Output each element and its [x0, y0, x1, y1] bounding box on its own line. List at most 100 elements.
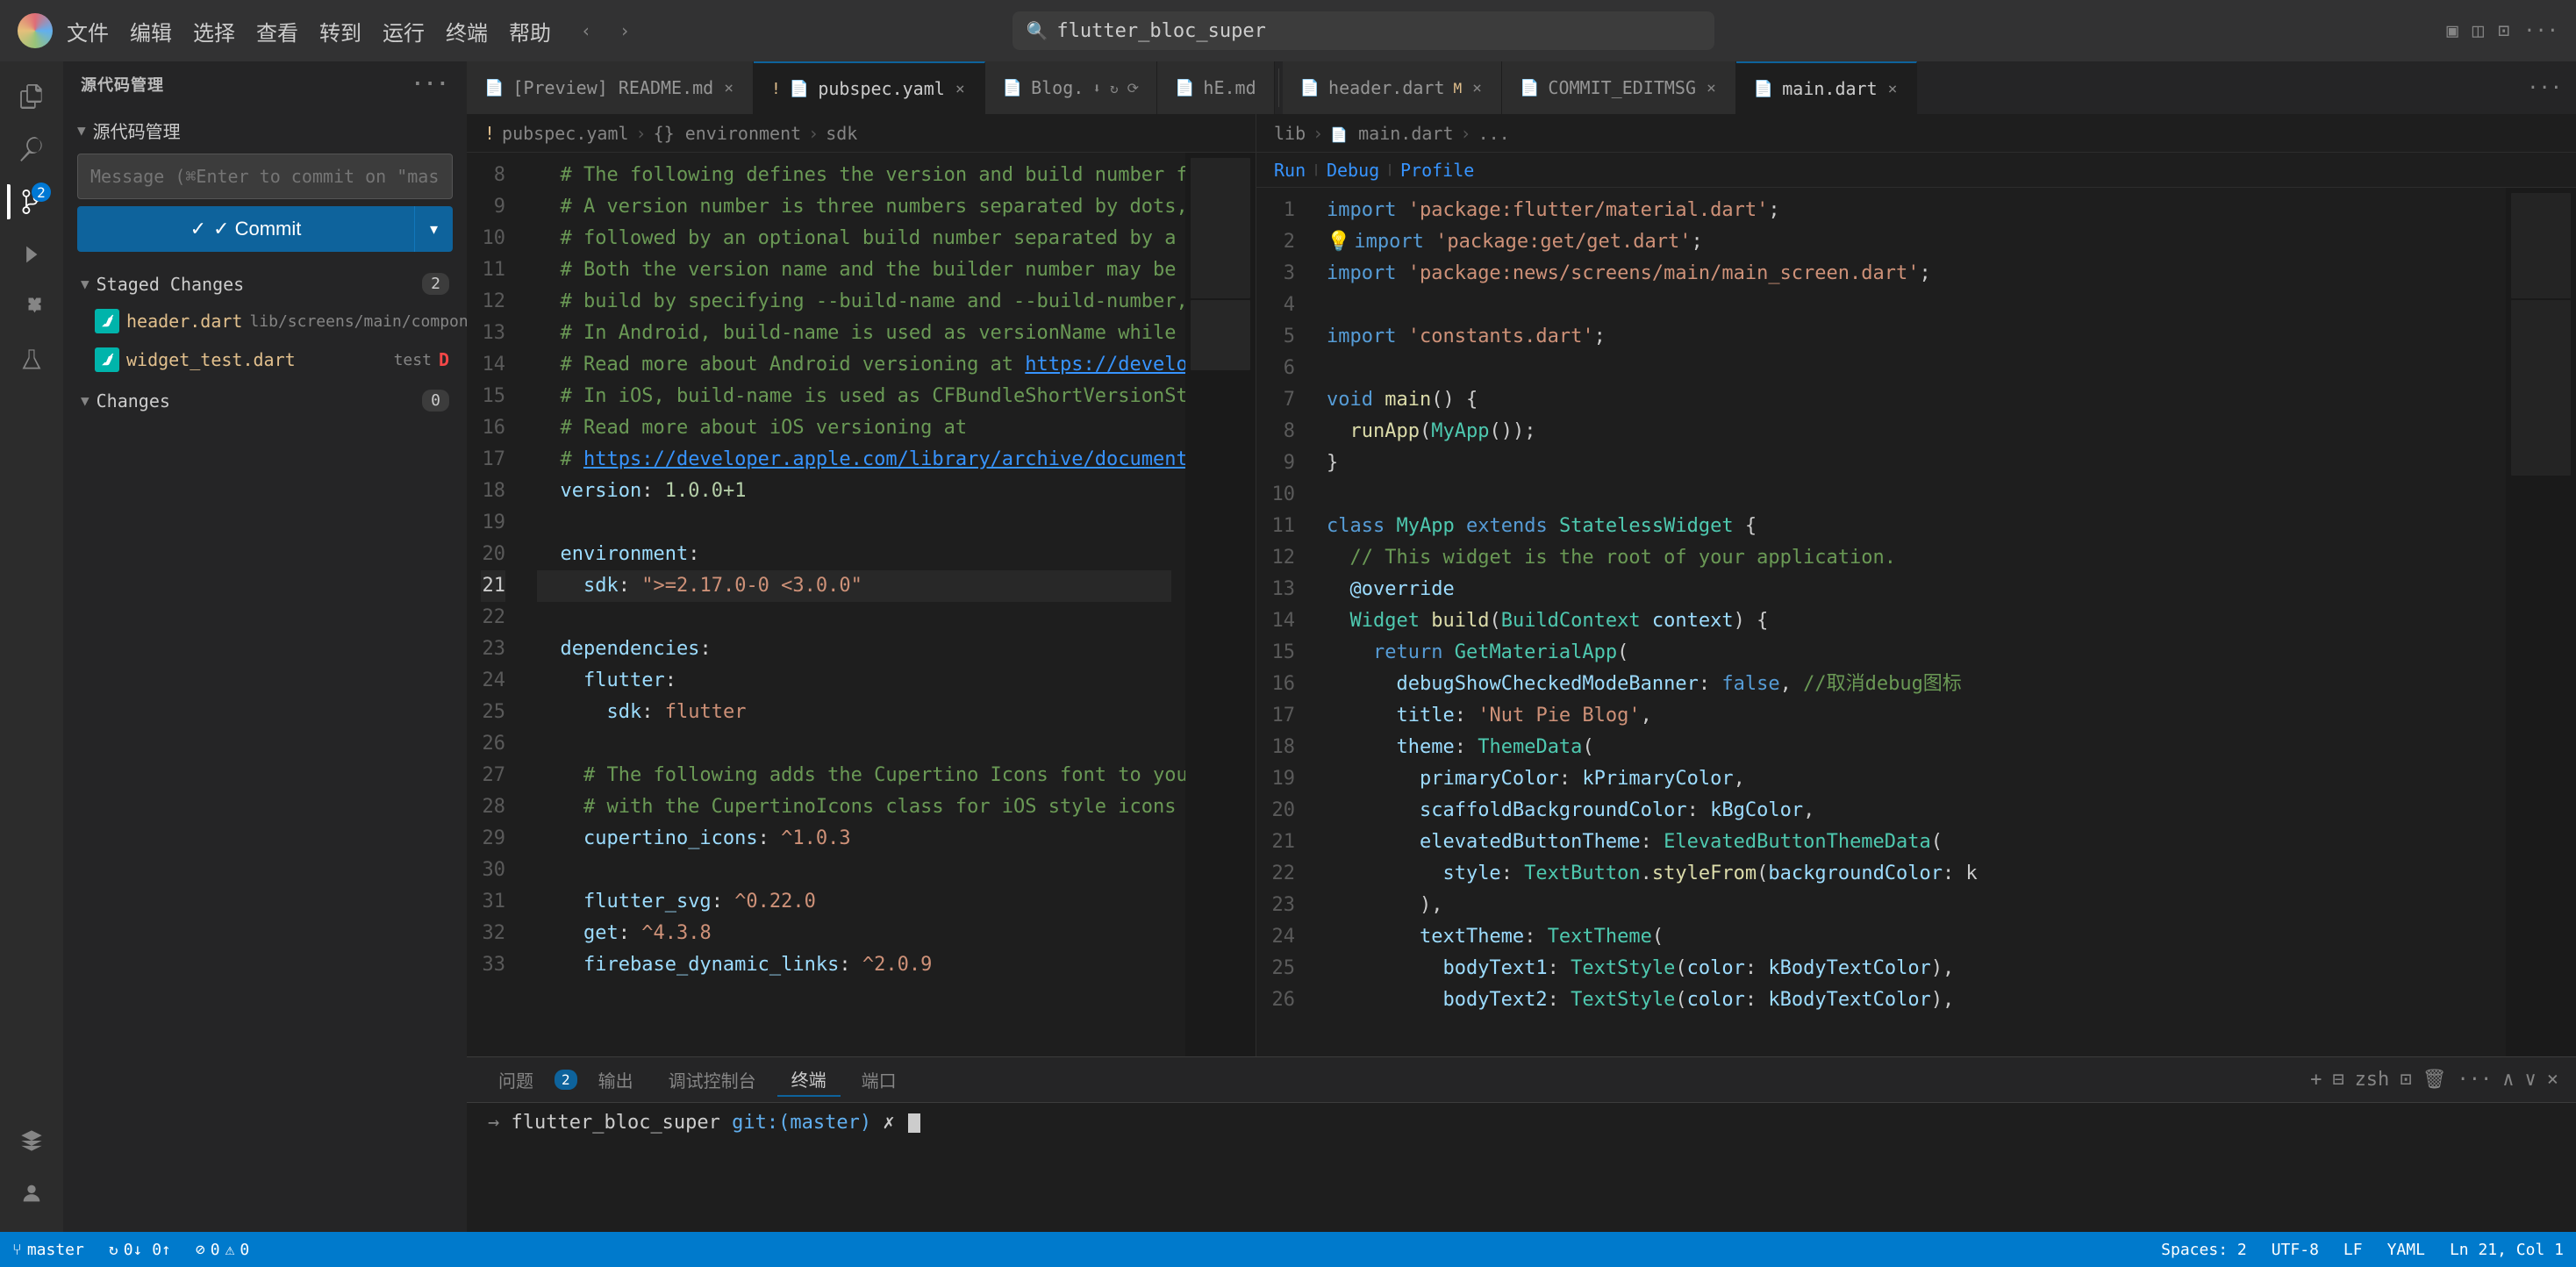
tab-pubspec[interactable]: ! 📄 pubspec.yaml × [754, 61, 985, 114]
tab-close-main[interactable]: × [1886, 78, 1900, 100]
breadcrumb-main-dart[interactable]: 📄 main.dart [1330, 123, 1453, 144]
terminal-up-icon[interactable]: ∧ [2502, 1069, 2514, 1091]
activity-run[interactable] [7, 230, 56, 279]
tab-output[interactable]: 输出 [584, 1063, 648, 1096]
editor-left: ! pubspec.yaml › {} environment › sdk 89… [467, 114, 1256, 1056]
staged-changes-header[interactable]: ▼ Staged Changes 2 [63, 266, 467, 302]
terminal-content[interactable]: → flutter_bloc_super git:(master) ✗ [467, 1103, 2576, 1232]
changes-header[interactable]: ▼ Changes 0 [63, 383, 467, 419]
editor-right: lib › 📄 main.dart › ... Run | Debug | Pr… [1256, 114, 2576, 1056]
tab-main-dart[interactable]: 📄 main.dart × [1736, 61, 1918, 114]
commit-message-input[interactable] [77, 154, 453, 199]
menu-run[interactable]: 运行 [383, 16, 425, 47]
title-bar: 文件 编辑 选择 查看 转到 运行 终端 帮助 ‹ › 🔍 ▣ ◫ ⊡ ··· [0, 0, 2576, 61]
terminal-trash-icon[interactable]: 🗑 [2422, 1069, 2447, 1091]
tab-ports[interactable]: 端口 [848, 1063, 911, 1096]
tab-close-pubspec[interactable]: × [954, 78, 967, 100]
profile-link[interactable]: Profile [1400, 160, 1474, 181]
terminal-split-icon[interactable]: ⊟ [2332, 1069, 2343, 1091]
status-eol[interactable]: LF [2331, 1232, 2375, 1267]
breadcrumb-lib[interactable]: lib [1274, 123, 1306, 144]
breadcrumb-more[interactable]: ... [1478, 123, 1510, 144]
nav-back-button[interactable]: ‹ [572, 17, 600, 45]
code-content-right: import 'package:flutter/material.dart'; … [1313, 188, 2506, 1056]
status-spaces[interactable]: Spaces: 2 [2149, 1232, 2259, 1267]
search-input[interactable] [1056, 20, 1699, 42]
layout-alt-icon[interactable]: ◫ [2472, 20, 2484, 42]
tab-terminal[interactable]: 终端 [777, 1063, 841, 1097]
more-icon[interactable]: ··· [2523, 20, 2558, 42]
breadcrumb-sdk[interactable]: sdk [826, 123, 857, 144]
tab-close-header[interactable]: × [1470, 77, 1484, 99]
dart-file-icon [95, 309, 119, 333]
staged-label: Staged Changes [97, 274, 245, 295]
menu-edit[interactable]: 编辑 [130, 16, 172, 47]
menu-view[interactable]: 查看 [256, 16, 298, 47]
menu-terminal[interactable]: 终端 [446, 16, 488, 47]
terminal-add-icon[interactable]: + [2310, 1069, 2322, 1091]
code-area-right[interactable]: 12345 678910 1112131415 1617181920 21222… [1256, 188, 2576, 1056]
menu-file[interactable]: 文件 [67, 16, 109, 47]
modified-dot-header: M [1454, 80, 1463, 97]
tab-debug-console[interactable]: 调试控制台 [655, 1063, 770, 1096]
breadcrumb-file[interactable]: pubspec.yaml [502, 123, 629, 144]
menu-goto[interactable]: 转到 [319, 16, 361, 47]
commit-button[interactable]: ✓ ✓ Commit [77, 206, 414, 252]
tab-problems[interactable]: 问题 [484, 1063, 547, 1096]
staged-file-header-dart[interactable]: header.dart lib/screens/main/compon... M [63, 302, 467, 340]
tab-more-icon[interactable]: ··· [2527, 77, 2562, 99]
tab-he-md[interactable]: 📄 hE.md [1157, 61, 1275, 114]
layout-split-icon[interactable]: ⊡ [2498, 20, 2509, 42]
tab-close-readme[interactable]: × [722, 77, 735, 99]
tab-close-commit[interactable]: × [1705, 77, 1718, 99]
section-title: 源代码管理 [93, 118, 181, 143]
status-errors[interactable]: ⊘ 0 ⚠ 0 [183, 1232, 261, 1267]
dart-file-icon-2 [95, 347, 119, 372]
terminal-close-icon[interactable]: × [2547, 1069, 2558, 1091]
terminal-more-icon[interactable]: ··· [2458, 1069, 2493, 1091]
terminal-area: 问题 2 输出 调试控制台 终端 端口 + ⊟ zsh ⊡ 🗑 ··· ∧ ∨ … [467, 1056, 2576, 1232]
terminal-kill-icon[interactable]: zsh [2355, 1069, 2390, 1091]
search-bar[interactable]: 🔍 [1013, 11, 1714, 50]
refresh-icon[interactable]: ↻ [1110, 80, 1119, 97]
changes-count-badge: 0 [422, 390, 449, 412]
status-sync[interactable]: ↻ 0↓ 0↑ [97, 1232, 183, 1267]
commit-dropdown-button[interactable]: ▾ [414, 206, 453, 252]
breadcrumb-env[interactable]: {} environment [654, 123, 802, 144]
debug-link[interactable]: Debug [1327, 160, 1379, 181]
source-control-label[interactable]: ▼ 源代码管理 [77, 114, 453, 147]
tab-commit-editmsg[interactable]: 📄 COMMIT_EDITMSG × [1502, 61, 1736, 114]
sidebar-more-button[interactable]: ··· [411, 74, 449, 96]
terminal-down-icon[interactable]: ∨ [2525, 1069, 2537, 1091]
activity-deploy[interactable] [7, 1116, 56, 1165]
tab-blog[interactable]: 📄 Blog. ⬇ ↻ ⟳ [985, 61, 1157, 114]
sync-icon[interactable]: ⟳ [1127, 80, 1139, 97]
tab-label-main: main.dart [1782, 78, 1877, 99]
menu-select[interactable]: 选择 [193, 16, 235, 47]
activity-extensions[interactable] [7, 283, 56, 332]
staged-file-widget-test[interactable]: widget_test.dart test D [63, 340, 467, 379]
status-encoding[interactable]: UTF-8 [2259, 1232, 2331, 1267]
nav-forward-button[interactable]: › [611, 17, 639, 45]
warning-icon-status: ⚠ [225, 1241, 235, 1259]
terminal-layout-icon[interactable]: ⊡ [2400, 1069, 2411, 1091]
tab-readme[interactable]: 📄 [Preview] README.md × [467, 61, 754, 114]
editors-row: ! pubspec.yaml › {} environment › sdk 89… [467, 114, 2576, 1056]
activity-search[interactable] [7, 125, 56, 174]
status-lang[interactable]: YAML [2375, 1232, 2437, 1267]
layout-icon[interactable]: ▣ [2447, 20, 2458, 42]
activity-explorer[interactable] [7, 72, 56, 121]
commit-label: ✓ Commit [213, 218, 301, 240]
activity-test[interactable] [7, 335, 56, 384]
encoding-label: UTF-8 [2272, 1241, 2319, 1259]
status-line-col[interactable]: Ln 21, Col 1 [2437, 1232, 2576, 1267]
activity-source-control[interactable]: 2 [7, 177, 56, 226]
run-debug-bar: Run | Debug | Profile [1256, 153, 2576, 188]
status-branch[interactable]: ⑂ master [0, 1232, 97, 1267]
line-numbers-left: 89101112 1314151617 1819202122 232425262… [467, 153, 523, 1056]
activity-account[interactable] [7, 1169, 56, 1218]
code-area-left[interactable]: 89101112 1314151617 1819202122 232425262… [467, 153, 1256, 1056]
run-link[interactable]: Run [1274, 160, 1306, 181]
menu-help[interactable]: 帮助 [509, 16, 551, 47]
tab-header-dart[interactable]: 📄 header.dart M × [1283, 61, 1502, 114]
